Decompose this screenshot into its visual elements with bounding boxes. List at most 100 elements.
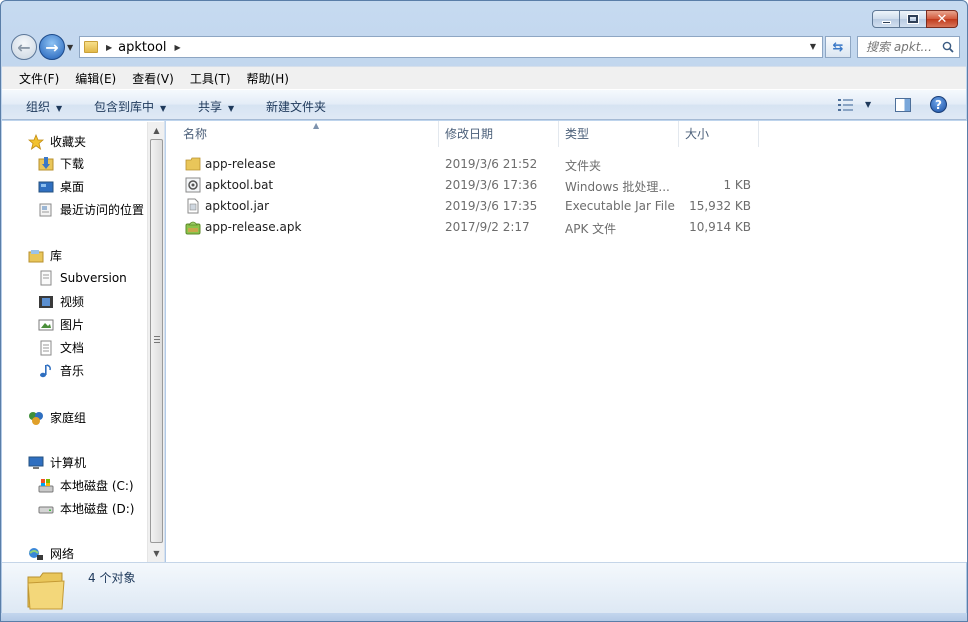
menu-help[interactable]: 帮助(H) bbox=[247, 70, 289, 87]
include-in-library-button[interactable]: 包含到库中 ▼ bbox=[94, 98, 166, 115]
address-bar[interactable]: ▶ apktool ▶ ▼ bbox=[79, 36, 823, 58]
file-modified: 2019/3/6 17:35 bbox=[445, 199, 538, 213]
search-box[interactable] bbox=[857, 36, 960, 58]
close-button[interactable]: ✕ bbox=[926, 10, 958, 28]
help-icon[interactable]: ? bbox=[930, 96, 947, 113]
breadcrumb-chevron-icon[interactable]: ▶ bbox=[175, 43, 181, 52]
navigation-row: ← → ▼ ▶ apktool ▶ ▼ ⇆ bbox=[9, 33, 960, 61]
file-row-app-release-folder[interactable]: app-release 2019/3/6 21:52 文件夹 bbox=[166, 154, 766, 175]
column-header-name[interactable]: 名称 ▲ bbox=[177, 121, 439, 147]
change-view-icon[interactable] bbox=[838, 99, 854, 111]
sidebar-network[interactable]: 网络 bbox=[28, 545, 74, 562]
dropdown-caret-icon: ▼ bbox=[56, 104, 63, 113]
navigation-pane: 收藏夹 下载 桌面 最近访问的位置 库 Subversion 视频 图片 文档 … bbox=[2, 121, 165, 562]
menu-tools[interactable]: 工具(T) bbox=[190, 70, 231, 87]
sidebar-item-subversion[interactable]: Subversion bbox=[38, 270, 127, 286]
column-header-modified[interactable]: 修改日期 bbox=[439, 121, 559, 147]
scrollbar-thumb[interactable] bbox=[150, 139, 163, 543]
sidebar-item-label: 下载 bbox=[60, 157, 85, 171]
search-input[interactable] bbox=[866, 40, 940, 54]
sidebar-homegroup[interactable]: 家庭组 bbox=[28, 409, 86, 426]
dropdown-caret-icon: ▼ bbox=[160, 104, 167, 113]
maximize-icon bbox=[907, 14, 919, 24]
sidebar-item-label: 视频 bbox=[60, 295, 85, 309]
sort-ascending-icon: ▲ bbox=[313, 121, 320, 130]
sidebar-item-label: 库 bbox=[50, 249, 63, 263]
column-headers: 名称 ▲ 修改日期 类型 大小 bbox=[166, 121, 967, 147]
file-size: 15,932 KB bbox=[689, 199, 751, 213]
file-modified: 2019/3/6 17:36 bbox=[445, 178, 538, 192]
organize-button[interactable]: 组织 ▼ bbox=[26, 98, 62, 115]
menu-view[interactable]: 查看(V) bbox=[132, 70, 174, 87]
minimize-button[interactable] bbox=[872, 10, 900, 28]
batch-file-icon bbox=[185, 177, 201, 193]
computer-icon bbox=[28, 456, 44, 469]
sidebar-item-drive-c[interactable]: 本地磁盘 (C:) bbox=[38, 477, 134, 494]
close-icon: ✕ bbox=[936, 11, 948, 27]
sidebar-item-label: 本地磁盘 (D:) bbox=[60, 502, 135, 516]
file-row-app-release-apk[interactable]: app-release.apk 2017/9/2 2:17 APK 文件 10,… bbox=[166, 217, 766, 238]
breadcrumb-chevron-icon[interactable]: ▶ bbox=[106, 43, 112, 52]
sidebar-item-downloads[interactable]: 下载 bbox=[38, 155, 84, 172]
file-row-apktool-bat[interactable]: apktool.bat 2019/3/6 17:36 Windows 批处理..… bbox=[166, 175, 766, 196]
file-type: 文件夹 bbox=[565, 159, 602, 173]
sidebar-item-label: 收藏夹 bbox=[50, 135, 87, 149]
back-button[interactable]: ← bbox=[11, 34, 37, 60]
folder-icon bbox=[84, 41, 98, 53]
video-library-icon bbox=[39, 295, 53, 308]
view-options-dropdown-icon[interactable]: ▼ bbox=[865, 100, 871, 109]
sidebar-item-desktop[interactable]: 桌面 bbox=[38, 178, 84, 195]
column-header-type[interactable]: 类型 bbox=[559, 121, 679, 147]
maximize-button[interactable] bbox=[899, 10, 927, 28]
subversion-library-icon bbox=[40, 270, 52, 286]
item-count-text: 4 个对象 bbox=[88, 571, 136, 585]
preview-pane-icon[interactable] bbox=[895, 98, 911, 112]
caption-buttons: ✕ bbox=[872, 10, 958, 28]
sidebar-item-label: 文档 bbox=[60, 341, 85, 355]
search-icon[interactable] bbox=[942, 41, 954, 53]
sidebar-item-recent-places[interactable]: 最近访问的位置 bbox=[38, 201, 144, 218]
forward-button[interactable]: → bbox=[39, 34, 65, 60]
navigation-pane-scrollbar[interactable]: ▲ ▼ bbox=[147, 122, 164, 562]
forward-arrow-icon: → bbox=[45, 37, 59, 57]
sidebar-item-label: 桌面 bbox=[60, 180, 85, 194]
share-button[interactable]: 共享 ▼ bbox=[198, 98, 234, 115]
large-folder-icon bbox=[27, 572, 65, 610]
sidebar-item-label: 本地磁盘 (C:) bbox=[60, 479, 134, 493]
sidebar-item-videos[interactable]: 视频 bbox=[38, 293, 84, 310]
sidebar-item-label: Subversion bbox=[60, 271, 127, 285]
refresh-button[interactable]: ⇆ bbox=[825, 36, 851, 58]
file-size: 1 KB bbox=[723, 178, 751, 192]
folder-icon bbox=[185, 157, 201, 171]
file-name: apktool.jar bbox=[205, 199, 270, 213]
sidebar-computer[interactable]: 计算机 bbox=[28, 454, 86, 471]
explorer-window: ✕ ← → ▼ ▶ apktool ▶ ▼ ⇆ 文件(F) 编辑(E) 查看(V… bbox=[0, 0, 968, 622]
recent-pages-dropdown-icon[interactable]: ▼ bbox=[67, 43, 73, 52]
sidebar-favorites[interactable]: 收藏夹 bbox=[28, 133, 86, 150]
breadcrumb-apktool[interactable]: apktool bbox=[118, 40, 166, 55]
details-pane: 4 个对象 bbox=[2, 562, 966, 614]
music-library-icon bbox=[40, 363, 51, 377]
menu-edit[interactable]: 编辑(E) bbox=[75, 70, 116, 87]
file-type: Executable Jar File bbox=[565, 199, 675, 213]
address-history-dropdown-icon[interactable]: ▼ bbox=[810, 42, 816, 51]
picture-library-icon bbox=[38, 319, 54, 330]
sidebar-item-music[interactable]: 音乐 bbox=[38, 362, 84, 379]
sidebar-item-documents[interactable]: 文档 bbox=[38, 339, 84, 356]
window-bottom-frame bbox=[1, 613, 967, 621]
command-bar: 组织 ▼ 包含到库中 ▼ 共享 ▼ 新建文件夹 ▼ ? bbox=[2, 89, 966, 120]
share-label: 共享 bbox=[198, 100, 223, 114]
file-list: 名称 ▲ 修改日期 类型 大小 app-release 2019/3/6 21:5… bbox=[166, 121, 967, 562]
scroll-up-icon[interactable]: ▲ bbox=[148, 122, 165, 139]
column-header-label: 名称 bbox=[183, 127, 208, 141]
grip-icon bbox=[154, 336, 160, 343]
sidebar-libraries[interactable]: 库 bbox=[28, 247, 62, 264]
file-row-apktool-jar[interactable]: apktool.jar 2019/3/6 17:35 Executable Ja… bbox=[166, 196, 766, 217]
file-modified: 2019/3/6 21:52 bbox=[445, 157, 538, 171]
column-header-size[interactable]: 大小 bbox=[679, 121, 759, 147]
sidebar-item-drive-d[interactable]: 本地磁盘 (D:) bbox=[38, 500, 134, 517]
sidebar-item-pictures[interactable]: 图片 bbox=[38, 316, 84, 333]
scroll-down-icon[interactable]: ▼ bbox=[148, 545, 165, 562]
dropdown-caret-icon: ▼ bbox=[228, 104, 235, 113]
menu-file[interactable]: 文件(F) bbox=[19, 70, 59, 87]
